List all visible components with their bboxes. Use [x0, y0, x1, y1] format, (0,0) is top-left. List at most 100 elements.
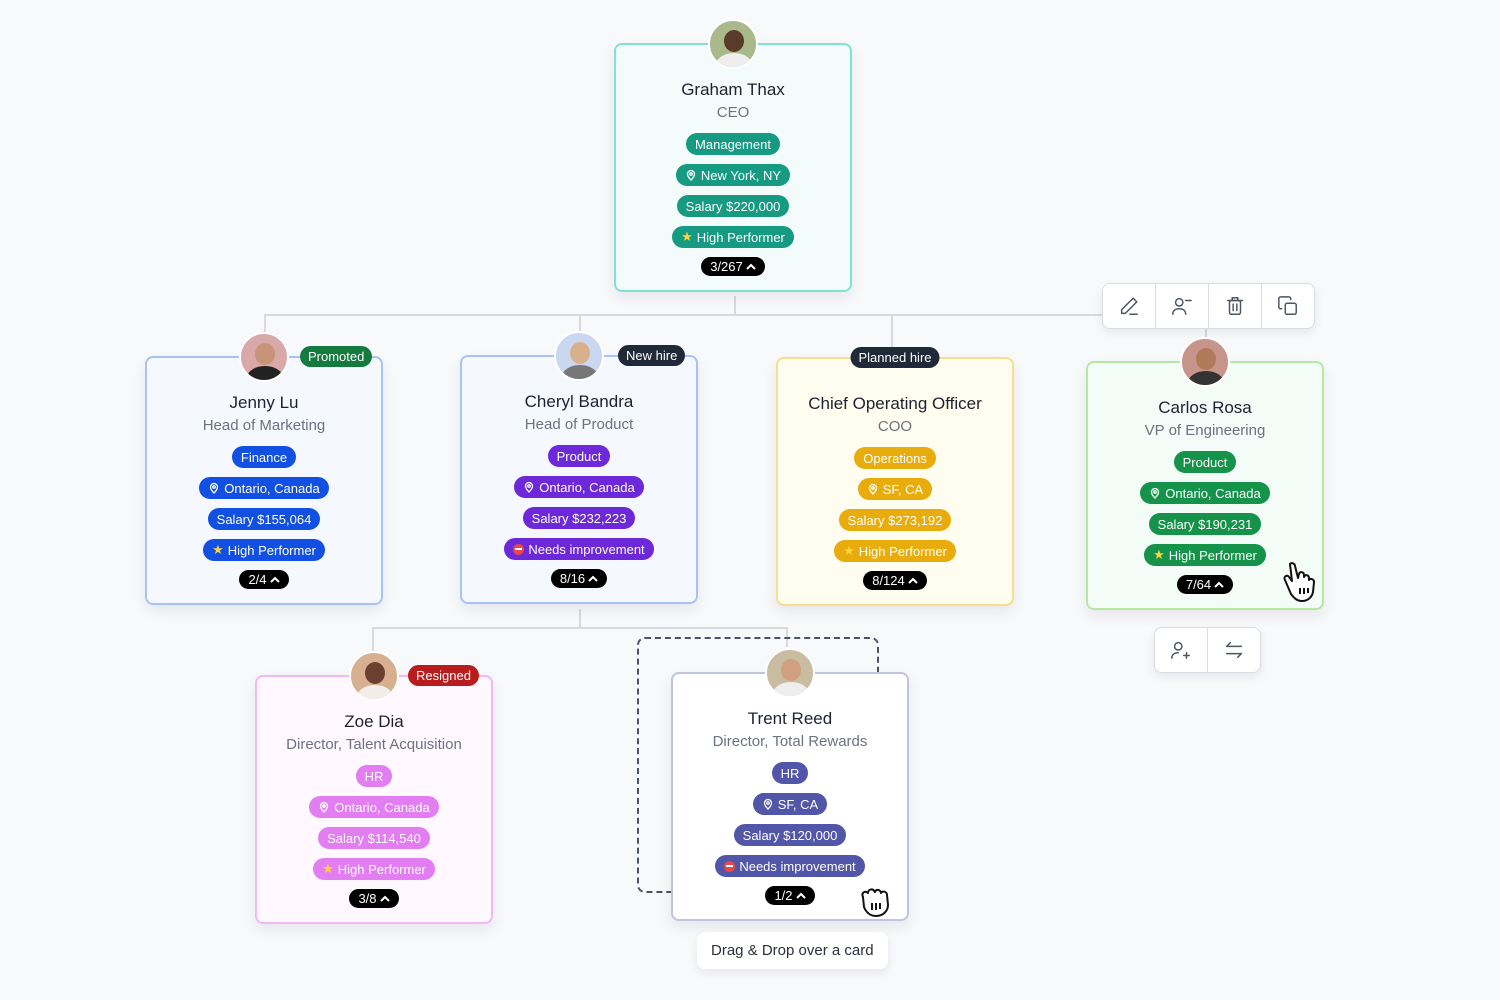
employee-name: Cheryl Bandra [524, 392, 634, 411]
performance-label: High Performer [858, 543, 947, 559]
remove-manager-button[interactable] [1156, 284, 1209, 328]
performance-label: Needs improvement [528, 541, 645, 557]
org-card-coo[interactable]: Planned hire Chief Operating Officer COO … [776, 347, 1014, 606]
employee-title: CEO [716, 104, 750, 121]
swap-arrows-icon [1225, 641, 1243, 659]
swap-button[interactable] [1208, 628, 1260, 672]
card-sub-toolbar [1154, 627, 1261, 673]
department-label: Finance [240, 449, 288, 465]
edit-button[interactable] [1103, 284, 1156, 328]
performance-label: High Performer [227, 542, 316, 558]
department-chip: Operations [854, 447, 936, 469]
salary-label: Salary $120,000 [742, 827, 838, 843]
chevron-up-icon [1214, 581, 1224, 588]
location-chip: New York, NY [675, 164, 791, 186]
star-icon: ★ [212, 542, 224, 557]
report-count: 3/267 [710, 259, 743, 274]
salary-chip: Salary $190,231 [1148, 513, 1262, 535]
user-minus-icon [1172, 297, 1192, 315]
location-label: Ontario, Canada [539, 479, 635, 495]
grab-hand-cursor-icon [857, 883, 895, 924]
location-label: New York, NY [700, 167, 782, 183]
org-card-ceo[interactable]: Graham Thax CEO Management New York, NY … [614, 19, 852, 292]
connector [579, 314, 581, 332]
org-card-cheryl[interactable]: New hire Cheryl Bandra Head of Product Pr… [460, 331, 698, 604]
avatar [765, 648, 815, 698]
salary-chip: Salary $220,000 [676, 195, 790, 217]
card-action-toolbar [1102, 283, 1315, 329]
drag-drop-hint: Drag & Drop over a card [697, 932, 888, 969]
avatar [349, 651, 399, 701]
performance-label: High Performer [696, 229, 785, 245]
chevron-up-icon [588, 575, 598, 582]
performance-chip: ★ High Performer [203, 539, 325, 561]
star-icon: ★ [843, 543, 855, 558]
employee-name: Chief Operating Officer [808, 394, 982, 413]
copy-icon [1278, 296, 1297, 315]
no-entry-icon [513, 543, 525, 555]
salary-label: Salary $190,231 [1157, 516, 1253, 532]
salary-chip: Salary $232,223 [522, 507, 636, 529]
location-label: SF, CA [777, 796, 819, 812]
department-chip: HR [771, 762, 809, 784]
expand-reports-toggle[interactable]: 2/4 [239, 570, 289, 589]
report-count: 8/124 [872, 573, 905, 588]
performance-chip: ★ High Performer [672, 226, 794, 248]
salary-label: Salary $155,064 [216, 511, 312, 527]
avatar [239, 332, 289, 382]
location-chip: SF, CA [752, 793, 828, 815]
salary-label: Salary $114,540 [327, 830, 421, 846]
connector [372, 627, 374, 652]
avatar [708, 19, 758, 69]
duplicate-button[interactable] [1262, 284, 1314, 328]
employee-name: Carlos Rosa [1158, 398, 1252, 417]
performance-chip: ★ High Performer [313, 858, 435, 880]
star-icon: ★ [1153, 547, 1165, 562]
performance-chip: ★ High Performer [1144, 544, 1266, 566]
department-label: Management [695, 136, 771, 152]
location-pin-icon [320, 801, 329, 813]
department-chip: Product [1173, 451, 1237, 473]
location-chip: Ontario, Canada [1140, 482, 1270, 504]
performance-label: High Performer [1168, 547, 1257, 563]
location-pin-icon [1151, 487, 1160, 499]
report-count: 3/8 [358, 891, 377, 906]
performance-label: Needs improvement [739, 858, 856, 874]
department-label: HR [780, 765, 800, 781]
report-count: 2/4 [248, 572, 267, 587]
connector [891, 314, 893, 348]
report-count: 1/2 [774, 888, 793, 903]
location-chip: Ontario, Canada [309, 796, 439, 818]
salary-chip: Salary $273,192 [838, 509, 952, 531]
location-pin-icon [525, 481, 534, 493]
expand-reports-toggle[interactable]: 8/124 [863, 571, 927, 590]
delete-button[interactable] [1209, 284, 1262, 328]
expand-reports-toggle[interactable]: 3/267 [701, 257, 765, 276]
location-pin-icon [686, 169, 696, 181]
performance-chip: Needs improvement [715, 855, 865, 877]
star-icon: ★ [322, 861, 334, 876]
pointer-hand-cursor-icon [1280, 560, 1320, 609]
performance-chip: ★ High Performer [834, 540, 956, 562]
avatar [554, 331, 604, 381]
expand-reports-toggle[interactable]: 8/16 [550, 569, 608, 588]
location-label: Ontario, Canada [224, 480, 320, 496]
expand-reports-toggle[interactable]: 1/2 [765, 886, 815, 905]
status-badge: Planned hire [850, 347, 940, 368]
location-label: SF, CA [882, 481, 924, 497]
no-entry-icon [724, 860, 736, 872]
location-chip: SF, CA [857, 478, 933, 500]
employee-title: Director, Total Rewards [712, 733, 868, 750]
salary-chip: Salary $114,540 [318, 827, 430, 849]
expand-reports-toggle[interactable]: 3/8 [349, 889, 399, 908]
location-chip: Ontario, Canada [514, 476, 644, 498]
add-report-button[interactable] [1155, 628, 1208, 672]
org-card-jenny[interactable]: Promoted Jenny Lu Head of Marketing Finan… [145, 332, 383, 605]
expand-reports-toggle[interactable]: 7/64 [1176, 575, 1234, 594]
connector [372, 627, 788, 629]
location-pin-icon [210, 482, 219, 494]
org-card-zoe[interactable]: Resigned Zoe Dia Director, Talent Acquisi… [255, 651, 493, 924]
location-label: Ontario, Canada [334, 799, 430, 815]
salary-chip: Salary $120,000 [733, 824, 847, 846]
location-pin-icon [763, 798, 772, 810]
